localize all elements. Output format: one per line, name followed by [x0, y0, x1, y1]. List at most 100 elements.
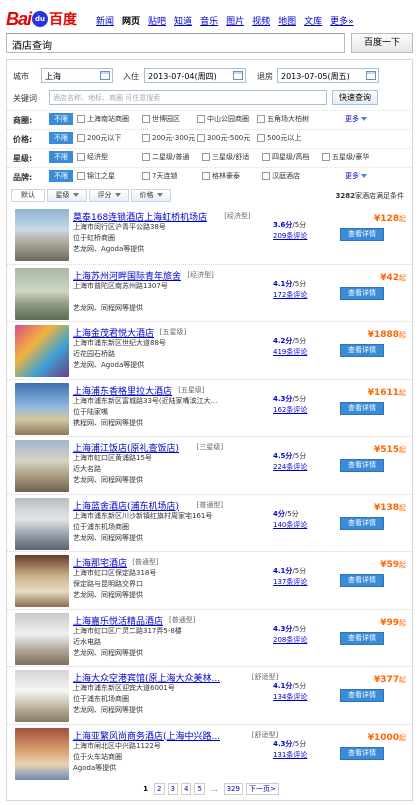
search-input[interactable]: 酒店查询	[6, 33, 345, 53]
sort-star-tab[interactable]: 星级	[47, 189, 87, 202]
hotel-reviews-link[interactable]: 134条评论	[273, 692, 307, 702]
star-option[interactable]: 四星级/高档	[262, 152, 309, 162]
price-option[interactable]: 200元以下	[77, 133, 121, 143]
city-field[interactable]: 上海	[41, 68, 113, 83]
hotel-photo[interactable]	[15, 440, 69, 492]
nav-wenku[interactable]: 文库	[304, 14, 322, 27]
view-details-button[interactable]: 查看详情	[340, 286, 384, 300]
nav-tieba[interactable]: 贴吧	[148, 14, 166, 27]
hotel-price: ¥1000起	[367, 732, 406, 743]
search-button[interactable]: 百度一下	[351, 33, 413, 53]
hotel-address: 上海市浦东新区迎宾大道6001号	[73, 684, 175, 692]
page-last[interactable]: 329	[223, 783, 243, 795]
hotel-photo[interactable]	[15, 555, 69, 607]
view-details-button[interactable]: 查看详情	[340, 689, 384, 702]
hotel-source: 艺龙网、同程网等提供	[73, 648, 143, 657]
hotel-source: 艺龙网、同程网等提供	[73, 303, 143, 312]
price-unlimited-button[interactable]: 不限	[49, 132, 73, 144]
filter-row-price: 价格: 不限 200元以下 200元-300元 300元-500元 500元以上	[7, 129, 412, 145]
star-unlimited-button[interactable]: 不限	[49, 151, 73, 163]
brand-option[interactable]: 汉庭酒店	[262, 171, 300, 181]
price-option[interactable]: 300元-500元	[197, 133, 250, 143]
area-option[interactable]: 中山公园商圈	[197, 114, 249, 124]
hotel-reviews-link[interactable]: 162条评论	[273, 405, 307, 415]
star-option[interactable]: 三星级/舒适	[202, 152, 249, 162]
nav-zhidao[interactable]: 知道	[174, 14, 192, 27]
page-1[interactable]: 1	[140, 783, 151, 795]
hotel-photo[interactable]	[15, 727, 69, 780]
sort-default-tab[interactable]: 默认	[11, 189, 45, 202]
area-option[interactable]: 上海南站商圈	[77, 114, 129, 124]
view-details-button[interactable]: 查看详情	[340, 631, 384, 645]
hotel-reviews-link[interactable]: 224条评论	[273, 462, 307, 472]
nav-news[interactable]: 新闻	[96, 14, 114, 27]
checkin-field[interactable]: 2013-07-04(周四)	[144, 68, 246, 83]
area-unlimited-button[interactable]: 不限	[49, 113, 73, 125]
page-2[interactable]: 2	[154, 783, 165, 795]
checkbox-icon	[77, 134, 85, 142]
brand-option[interactable]: 锦江之星	[77, 171, 115, 181]
filter-row-brand: 品牌: 不限 锦江之星 7天连锁 格林豪泰 汉庭酒店 更多	[7, 167, 412, 183]
baidu-logo[interactable]: Bai du 百度	[6, 8, 77, 30]
brand-option[interactable]: 格林豪泰	[202, 171, 240, 181]
page-4[interactable]: 4	[180, 783, 192, 795]
hotel-reviews-link[interactable]: 208条评论	[273, 635, 307, 645]
checkout-label: 退房	[257, 72, 273, 81]
brand-unlimited-button[interactable]: 不限	[49, 170, 73, 182]
area-option[interactable]: 五角场大柏树	[257, 114, 309, 124]
hotel-photo[interactable]	[15, 612, 69, 665]
view-details-button[interactable]: 查看详情	[340, 459, 384, 472]
nav-more[interactable]: 更多»	[330, 14, 354, 27]
checkout-calendar-icon[interactable]	[366, 71, 376, 80]
hotel-reviews-link[interactable]: 131条评论	[273, 750, 307, 760]
brand-more-dropdown[interactable]: 更多	[345, 171, 367, 181]
checkbox-icon	[262, 172, 270, 180]
hotel-photo[interactable]	[15, 497, 69, 550]
sort-price-tab[interactable]: 价格	[131, 189, 171, 202]
area-option[interactable]: 世博园区	[142, 114, 180, 124]
hotel-photo[interactable]	[15, 670, 69, 722]
nav-images[interactable]: 图片	[226, 14, 244, 27]
page-5[interactable]: 5	[194, 783, 205, 795]
price-option[interactable]: 500元以上	[257, 133, 301, 143]
page-3[interactable]: 3	[167, 783, 178, 795]
hotel-score: 4.2分/5分	[273, 337, 307, 345]
sort-score-tab[interactable]: 评分	[89, 189, 129, 202]
hotel-item: 上海苏州河畔国际青年旅舍 [经济型] 上海市普陀区南苏州路1307号 艺龙网、同程网等…	[7, 263, 412, 321]
hotel-reviews-link[interactable]: 209条评论	[273, 231, 307, 241]
quick-query-button[interactable]: 快速查询	[332, 90, 378, 105]
star-option[interactable]: 五星级/豪华	[322, 152, 369, 162]
hotel-reviews-link[interactable]: 137条评论	[273, 577, 307, 587]
brand-option[interactable]: 7天连锁	[142, 171, 177, 181]
checkbox-icon	[142, 172, 150, 180]
city-picker-icon[interactable]	[100, 71, 110, 80]
next-page-button[interactable]: 下一页>	[245, 783, 279, 795]
star-option[interactable]: 二星级/普通	[142, 152, 189, 162]
view-details-button[interactable]: 查看详情	[340, 574, 384, 587]
hotel-address: 上海市浦东新区川沙新镇红旗村周家宅161号	[73, 511, 213, 520]
view-details-button[interactable]: 查看详情	[340, 746, 384, 760]
hotel-photo[interactable]	[15, 325, 69, 377]
hotel-photo[interactable]	[15, 267, 69, 320]
nav-music[interactable]: 音乐	[200, 14, 218, 27]
view-details-button[interactable]: 查看详情	[340, 401, 384, 415]
keyword-input[interactable]: 酒店名称、地标、商圈 可任意搜索	[49, 90, 327, 105]
hotel-reviews-link[interactable]: 140条评论	[273, 520, 307, 530]
area-more-dropdown[interactable]: 更多	[345, 114, 367, 124]
hotel-photo[interactable]	[15, 209, 69, 261]
price-option[interactable]: 200元-300元	[142, 133, 195, 143]
nav-video[interactable]: 视频	[252, 14, 270, 27]
hotel-photo[interactable]	[15, 382, 69, 435]
hotel-reviews-link[interactable]: 419条评论	[273, 347, 307, 357]
star-option[interactable]: 经济型	[77, 152, 108, 162]
checkin-calendar-icon[interactable]	[233, 71, 243, 80]
hotel-reviews-link[interactable]: 172条评论	[273, 290, 307, 300]
hotel-score: 4.1分/5分	[273, 682, 307, 690]
view-details-button[interactable]: 查看详情	[340, 344, 384, 357]
nav-map[interactable]: 地图	[278, 14, 296, 27]
view-details-button[interactable]: 查看详情	[340, 228, 384, 241]
keyword-row: 关键词 酒店名称、地标、商圈 可任意搜索 快速查询	[7, 90, 412, 106]
view-details-button[interactable]: 查看详情	[340, 516, 384, 530]
checkout-field[interactable]: 2013-07-05(周五)	[277, 68, 379, 83]
nav-web[interactable]: 网页	[122, 14, 140, 27]
